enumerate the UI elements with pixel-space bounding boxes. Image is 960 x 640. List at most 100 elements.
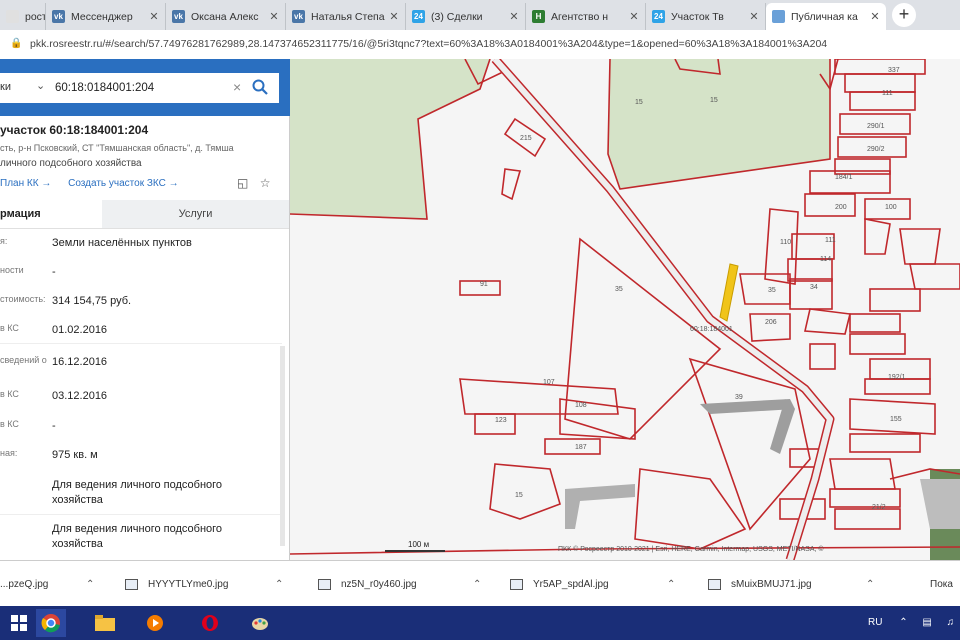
close-icon[interactable]: ✕: [627, 10, 641, 23]
bitrix24-icon: 24: [652, 10, 665, 23]
volume-icon[interactable]: ♫: [947, 617, 955, 628]
close-icon[interactable]: ✕: [147, 10, 161, 23]
forest-area: [608, 59, 830, 189]
download-item[interactable]: Yr5AP_spdAl.jpg ⌃: [510, 561, 680, 607]
parcel-number-label: 107: [543, 379, 555, 386]
parcel-number-label: 35: [615, 286, 623, 293]
measure-icon[interactable]: ◱: [237, 176, 248, 190]
browser-tab-active[interactable]: Публичная ка ✕: [766, 3, 886, 30]
map-icon: [772, 10, 785, 23]
taskbar: RU ⌃ ▤ ♫: [0, 606, 960, 640]
star-icon[interactable]: ☆: [260, 176, 271, 190]
browser-tab[interactable]: ростe: [0, 3, 46, 30]
browser-tab[interactable]: vk Мессенджер ✕: [46, 3, 166, 30]
parcel-info-panel: ки ⌄ × участок 60:18:184001:204 сть, р-н…: [0, 59, 290, 560]
image-file-icon: [708, 578, 721, 590]
download-item[interactable]: sMuixBMUJ71.jpg ⌃: [708, 561, 878, 607]
media-icon[interactable]: [140, 609, 170, 637]
chevron-up-icon[interactable]: ⌃: [86, 579, 94, 590]
divider: [0, 514, 282, 515]
network-icon[interactable]: ▤: [922, 617, 931, 628]
parcel-number-label: 290/2: [867, 146, 885, 153]
building: [565, 484, 635, 529]
create-parcel-link[interactable]: Создать участок ЗКС →: [68, 178, 179, 189]
explorer-icon[interactable]: [90, 609, 120, 637]
parcel-number-label: 155: [890, 416, 902, 423]
chevron-up-icon[interactable]: ⌃: [275, 579, 283, 590]
show-all-downloads-button[interactable]: Пока: [930, 561, 960, 607]
parcel-number-label: 111: [825, 237, 836, 244]
parcel-number-label: 206: [765, 319, 777, 326]
parcel-title: участок 60:18:184001:204: [0, 123, 149, 137]
parcel-address: сть, р-н Псковский, СТ "Тямшанская облас…: [0, 143, 234, 153]
search-type-label[interactable]: ки: [0, 81, 11, 93]
download-item[interactable]: nz5N_r0y460.jpg ⌃: [318, 561, 488, 607]
parcel-number-label: 187: [575, 444, 587, 451]
search-input[interactable]: [55, 79, 225, 97]
tab-services[interactable]: Услуги: [102, 200, 289, 228]
downloads-bar: ...pzeQ.jpg ⌃ HYYYTLYme0.jpg ⌃ nz5N_r0y460…: [0, 560, 960, 607]
scale-label: 100 м: [408, 540, 429, 549]
language-indicator[interactable]: RU: [868, 617, 882, 628]
chevron-up-icon[interactable]: ⌃: [899, 617, 907, 628]
address-bar[interactable]: 🔒 pkk.rosreestr.ru/#/search/57.749762817…: [0, 30, 960, 60]
tab-information[interactable]: рмация: [0, 200, 102, 228]
map-canvas[interactable]: 15 15 215 91 35 60:18:184001 107 108 123 187 39 15 3…: [290, 59, 960, 560]
browser-tab-bar: ростe vkМессенджер✕ vkОксана Алекс✕ vkНа…: [0, 0, 960, 30]
building: [920, 479, 960, 529]
selected-parcel[interactable]: [719, 263, 739, 322]
start-icon[interactable]: [4, 609, 34, 637]
parcel-links: План КК → Создать участок ЗКС →: [0, 178, 193, 189]
bitrix24-icon: 24: [412, 10, 425, 23]
image-file-icon: [318, 578, 331, 590]
parcel-number-label: 91: [480, 281, 488, 288]
chevron-up-icon[interactable]: ⌃: [866, 579, 874, 590]
map-copyright: ПКК © Росреестр 2010-2021 | Esri, HERE, …: [558, 545, 824, 553]
close-icon[interactable]: ✕: [267, 10, 281, 23]
building: [700, 399, 795, 414]
browser-tab[interactable]: vk Оксана Алекс ✕: [166, 3, 286, 30]
parcel-number-label: 337: [888, 67, 900, 74]
parcel-number-label: 114: [820, 256, 831, 263]
paint-icon[interactable]: [245, 609, 275, 637]
image-file-icon: [510, 578, 523, 590]
parcel-number-label: 200: [835, 204, 847, 211]
new-tab-button[interactable]: +: [892, 3, 916, 27]
parcel-number-label: 15: [710, 97, 718, 104]
browser-tab[interactable]: 24 (3) Сделки ✕: [406, 3, 526, 30]
url-text[interactable]: pkk.rosreestr.ru/#/search/57.74976281762…: [30, 38, 827, 50]
chrome-icon[interactable]: [36, 609, 66, 637]
info-tabs: рмация Услуги: [0, 200, 289, 229]
parcel-number-label: 15: [515, 492, 523, 499]
parcel-number-label: 111: [882, 90, 893, 97]
parcel-number-label: 100: [885, 204, 897, 211]
search-box: ки ⌄ ×: [0, 73, 279, 103]
browser-tab[interactable]: H Агентство н ✕: [526, 3, 646, 30]
panel-scrollbar[interactable]: [280, 346, 285, 546]
parcel-number-label: 35: [768, 287, 776, 294]
search-bar: ки ⌄ ×: [0, 59, 289, 116]
browser-tab[interactable]: 24 Участок Тв ✕: [646, 3, 766, 30]
close-icon[interactable]: ✕: [868, 10, 882, 23]
close-icon[interactable]: ✕: [387, 10, 401, 23]
chevron-down-icon[interactable]: ⌄: [36, 79, 45, 92]
document-icon: [6, 10, 19, 23]
chevron-up-icon[interactable]: ⌃: [473, 579, 481, 590]
system-tray: RU ⌃ ▤ ♫: [868, 606, 954, 640]
agency-icon: H: [532, 10, 545, 23]
parcel-number-label: 110: [780, 239, 791, 246]
search-icon[interactable]: [252, 79, 268, 95]
close-icon[interactable]: ✕: [747, 10, 761, 23]
download-item[interactable]: HYYYTLYme0.jpg ⌃: [125, 561, 295, 607]
parcel-number-label: 108: [575, 402, 587, 409]
browser-tab[interactable]: vk Наталья Степа ✕: [286, 3, 406, 30]
download-item[interactable]: ...pzeQ.jpg ⌃: [0, 561, 110, 607]
opera-icon[interactable]: [195, 609, 225, 637]
plan-kk-link[interactable]: План КК →: [0, 178, 51, 189]
close-icon[interactable]: ✕: [507, 10, 521, 23]
clear-icon[interactable]: ×: [233, 79, 241, 95]
parcel-number-label: 192/1: [888, 374, 906, 381]
cadastral-map[interactable]: 15 15 215 91 35 60:18:184001 107 108 123 187 39 15 3…: [290, 59, 960, 560]
chevron-up-icon[interactable]: ⌃: [667, 579, 675, 590]
vk-icon: vk: [292, 10, 305, 23]
